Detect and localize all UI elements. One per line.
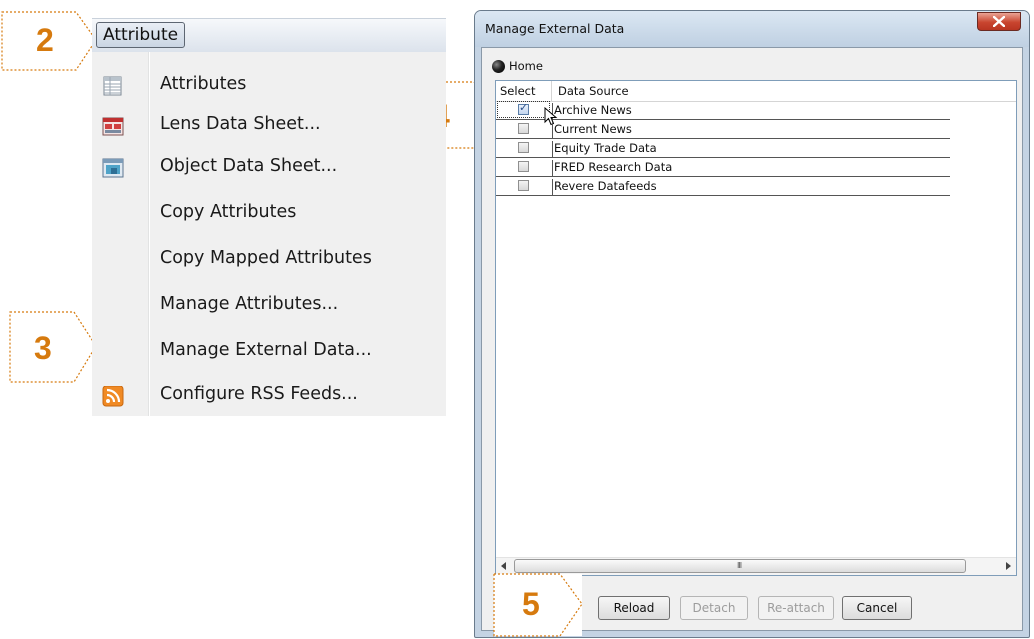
reload-button[interactable]: Reload <box>598 596 670 620</box>
menu-item-configure-rss-feeds[interactable]: Configure RSS Feeds... <box>92 376 446 416</box>
menu-item-manage-external-data[interactable]: Manage External Data... <box>92 332 446 372</box>
table-grid-icon <box>102 76 124 96</box>
attribute-menu-button[interactable]: Attribute <box>96 22 186 48</box>
dialog-titlebar[interactable]: Manage External Data <box>475 11 1029 47</box>
row-data-source: Revere Datafeeds <box>552 179 657 195</box>
menu-item-label: Attributes <box>160 74 247 94</box>
callout-5: 5 <box>490 572 590 638</box>
data-source-table: Select Data Source Archive News Current … <box>495 80 1017 576</box>
table-row[interactable]: Revere Datafeeds <box>496 177 950 196</box>
scrollbar-grip: III <box>737 561 742 570</box>
menu-bar: Attribute <box>92 18 446 52</box>
row-checkbox[interactable] <box>518 142 529 153</box>
manage-external-data-dialog: Manage External Data Home Select Data So… <box>474 10 1030 638</box>
column-header-select[interactable]: Select <box>500 84 535 98</box>
row-data-source: FRED Research Data <box>552 160 673 176</box>
detach-button[interactable]: Detach <box>680 596 748 620</box>
rss-icon <box>102 385 124 407</box>
callout-2: 2 <box>0 0 100 72</box>
menu-item-attributes[interactable]: Attributes <box>92 66 446 106</box>
home-icon <box>492 60 505 73</box>
menu-item-label: Configure RSS Feeds... <box>160 384 358 404</box>
row-data-source: Archive News <box>552 103 632 119</box>
row-checkbox[interactable] <box>518 180 529 191</box>
table-header: Select Data Source <box>496 81 1016 102</box>
row-checkbox[interactable] <box>518 161 529 172</box>
close-icon <box>993 16 1005 27</box>
callout-5-number: 5 <box>522 586 540 622</box>
callout-5-shape <box>493 573 583 637</box>
menu-item-manage-attributes[interactable]: Manage Attributes... <box>92 286 446 326</box>
dialog-client-area: Home Select Data Source Archive News Cur… <box>481 47 1023 631</box>
scrollbar-thumb[interactable]: III <box>514 559 966 573</box>
table-row[interactable]: Current News <box>496 120 950 139</box>
scroll-left-arrow-icon[interactable] <box>501 562 506 570</box>
menu-item-label: Manage Attributes... <box>160 294 339 314</box>
callout-3-number: 3 <box>34 330 52 366</box>
table-row[interactable]: Equity Trade Data <box>496 139 950 158</box>
table-row[interactable]: FRED Research Data <box>496 158 950 177</box>
reattach-button[interactable]: Re-attach <box>758 596 834 620</box>
menu-item-copy-mapped-attributes[interactable]: Copy Mapped Attributes <box>92 240 446 280</box>
object-sheet-icon <box>102 158 124 178</box>
row-data-source: Equity Trade Data <box>552 141 657 157</box>
table-row[interactable]: Archive News <box>496 101 950 126</box>
menu-item-label: Manage External Data... <box>160 340 372 360</box>
menu-item-label: Object Data Sheet... <box>160 156 338 176</box>
menu-item-label: Copy Mapped Attributes <box>160 248 372 268</box>
dialog-title: Manage External Data <box>485 21 625 36</box>
lens-sheet-icon <box>102 116 124 136</box>
menu-item-object-data-sheet[interactable]: Object Data Sheet... <box>92 148 446 188</box>
menu-item-label: Copy Attributes <box>160 202 297 222</box>
close-button[interactable] <box>977 12 1021 31</box>
row-data-source: Current News <box>552 122 632 138</box>
breadcrumb-home[interactable]: Home <box>509 59 543 73</box>
column-separator[interactable] <box>551 81 552 101</box>
row-checkbox[interactable] <box>518 123 529 134</box>
row-checkbox[interactable] <box>518 101 529 115</box>
callout-2-number: 2 <box>36 22 54 58</box>
menu-item-lens-data-sheet[interactable]: Lens Data Sheet... <box>92 106 446 146</box>
callout-3: 3 <box>0 308 100 386</box>
cancel-button[interactable]: Cancel <box>842 596 912 620</box>
menu-item-copy-attributes[interactable]: Copy Attributes <box>92 194 446 234</box>
column-header-data-source[interactable]: Data Source <box>558 84 629 98</box>
menu-item-label: Lens Data Sheet... <box>160 114 321 134</box>
attribute-dropdown-menu: Attributes Lens Data Sheet... Object Dat… <box>92 52 446 416</box>
scroll-right-arrow-icon[interactable] <box>1006 562 1011 570</box>
